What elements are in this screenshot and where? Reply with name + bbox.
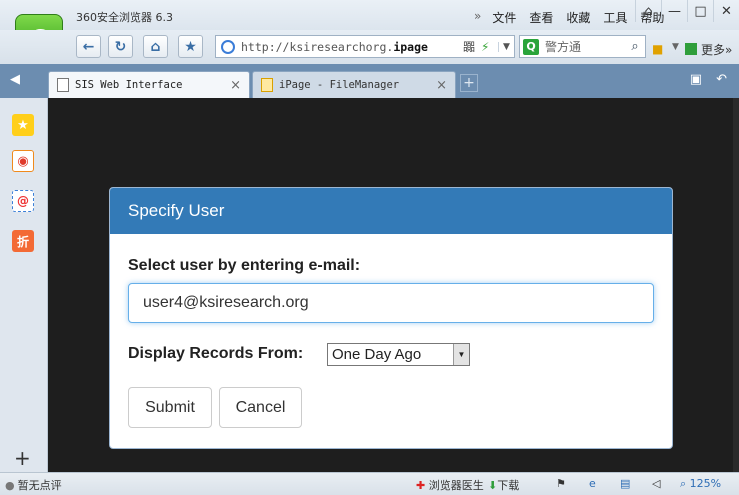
tab-ipage-filemanager[interactable]: iPage - FileManager × (252, 71, 456, 98)
refresh-icon: ↻ (114, 38, 127, 55)
tab-bar-tools: ▣ ↶ (690, 72, 727, 87)
sidebar: ★ ◉ @ 折 + (0, 98, 48, 472)
back-arrow-icon: ← (82, 38, 95, 55)
weibo-icon[interactable]: ◉ (12, 150, 34, 172)
scrollbar[interactable] (733, 98, 739, 472)
refresh-button[interactable]: ↻ (108, 35, 133, 58)
url-text[interactable]: http://ksiresearchorg.ipage (241, 40, 459, 54)
download-button[interactable]: ⬇下载 (488, 477, 519, 493)
display-records-select[interactable]: One Day Ago ▼ (327, 343, 470, 366)
search-icon[interactable]: ⌕ (625, 39, 645, 54)
comment-icon: ● (5, 479, 15, 492)
submit-button[interactable]: Submit (128, 387, 212, 428)
tab-bar: ◀ SIS Web Interface × iPage - FileManage… (0, 64, 739, 98)
app-title: 360安全浏览器 6.3 (76, 11, 173, 24)
volume-icon[interactable]: ◁ (652, 477, 660, 490)
browser-doctor-button[interactable]: ✚ 浏览器医生 (416, 477, 484, 493)
more-icon (685, 43, 697, 55)
select-value: One Day Ago (332, 346, 422, 363)
ipage-favicon-icon (261, 78, 273, 92)
email-label: Select user by entering e-mail: (128, 257, 361, 274)
page-content: Specify User Select user by entering e-m… (48, 98, 739, 472)
menu-file[interactable]: 文件 (492, 9, 516, 26)
tab-close-icon[interactable]: × (230, 78, 241, 93)
search-engine-icon[interactable]: Q (523, 38, 539, 55)
menu-tools[interactable]: 工具 (603, 9, 627, 26)
tab-list-icon[interactable]: ▣ (690, 72, 702, 87)
cancel-button[interactable]: Cancel (219, 387, 302, 428)
ie-mode-icon[interactable]: e (589, 477, 596, 490)
maximize-button[interactable]: □ (687, 0, 713, 22)
download-icon: ⬇ (488, 479, 498, 492)
url-dropdown-icon[interactable]: ▼ (498, 41, 514, 52)
rating-status[interactable]: ● 暂无点评 (5, 477, 62, 493)
menu-overflow-button[interactable]: » (474, 9, 481, 26)
display-records-label: Display Records From: (128, 345, 304, 362)
home-button[interactable]: ⌂ (143, 35, 168, 58)
dialog-title: Specify User (110, 188, 672, 234)
window-controls: ⌂ — □ ✕ (635, 0, 739, 30)
new-tab-button[interactable]: + (460, 74, 478, 92)
apps-dropdown-icon[interactable]: ▼ (672, 42, 679, 52)
lightning-icon[interactable]: ⚡ (481, 40, 489, 54)
mail-icon[interactable]: @ (12, 190, 34, 212)
title-bar: 360安全浏览器 6.3 » 文件 查看 收藏 工具 帮助 ⌂ — □ ✕ (0, 0, 739, 30)
minimize-button[interactable]: — (661, 0, 687, 22)
screen-icon[interactable]: ▤ (620, 477, 630, 490)
menu-view[interactable]: 查看 (529, 9, 553, 26)
close-window-button[interactable]: ✕ (713, 0, 739, 22)
tab-label: iPage - FileManager (279, 79, 400, 91)
site-security-icon (221, 39, 235, 54)
doctor-icon: ✚ (416, 479, 426, 492)
address-bar[interactable]: http://ksiresearchorg.ipage 嚻 ⚡ ▼ (215, 35, 515, 58)
favorite-button[interactable]: ★ (178, 35, 203, 58)
apps-grid-icon[interactable]: ■ (652, 42, 663, 56)
email-field[interactable] (128, 283, 654, 323)
chevron-down-icon[interactable]: ▼ (453, 344, 469, 365)
back-button[interactable]: ← (76, 35, 101, 58)
page-icon (57, 78, 69, 92)
more-button[interactable]: 更多» (685, 41, 732, 58)
sidebar-add-button[interactable]: + (14, 446, 31, 470)
menu-favorites[interactable]: 收藏 (566, 9, 590, 26)
zoom-level[interactable]: ⌕ 125% (680, 477, 721, 491)
tab-close-icon[interactable]: × (436, 78, 447, 93)
speed-icon[interactable]: ⚑ (556, 477, 566, 490)
sidebar-toggle-icon[interactable]: ◀ (10, 72, 20, 87)
discount-icon[interactable]: 折 (12, 230, 34, 252)
status-bar: ● 暂无点评 ✚ 浏览器医生 ⬇下载 ⚑ e ▤ ◁ ⌕ 125% (0, 472, 739, 495)
url-overflow-text: 嚻 (463, 40, 476, 54)
specify-user-dialog: Specify User Select user by entering e-m… (109, 187, 673, 449)
undo-close-tab-icon[interactable]: ↶ (716, 72, 727, 87)
search-box[interactable]: Q 警方通 ⌕ (519, 35, 646, 58)
home-icon: ⌂ (150, 38, 161, 55)
favorites-star-icon[interactable]: ★ (12, 114, 34, 136)
search-input[interactable]: 警方通 (545, 38, 625, 55)
tab-label: SIS Web Interface (75, 79, 183, 91)
tab-sis-web-interface[interactable]: SIS Web Interface × (48, 71, 250, 98)
skin-icon[interactable]: ⌂ (635, 0, 661, 22)
navigation-bar: ← ↻ ⌂ ★ http://ksiresearchorg.ipage 嚻 ⚡ … (0, 30, 739, 64)
star-icon: ★ (184, 38, 197, 55)
